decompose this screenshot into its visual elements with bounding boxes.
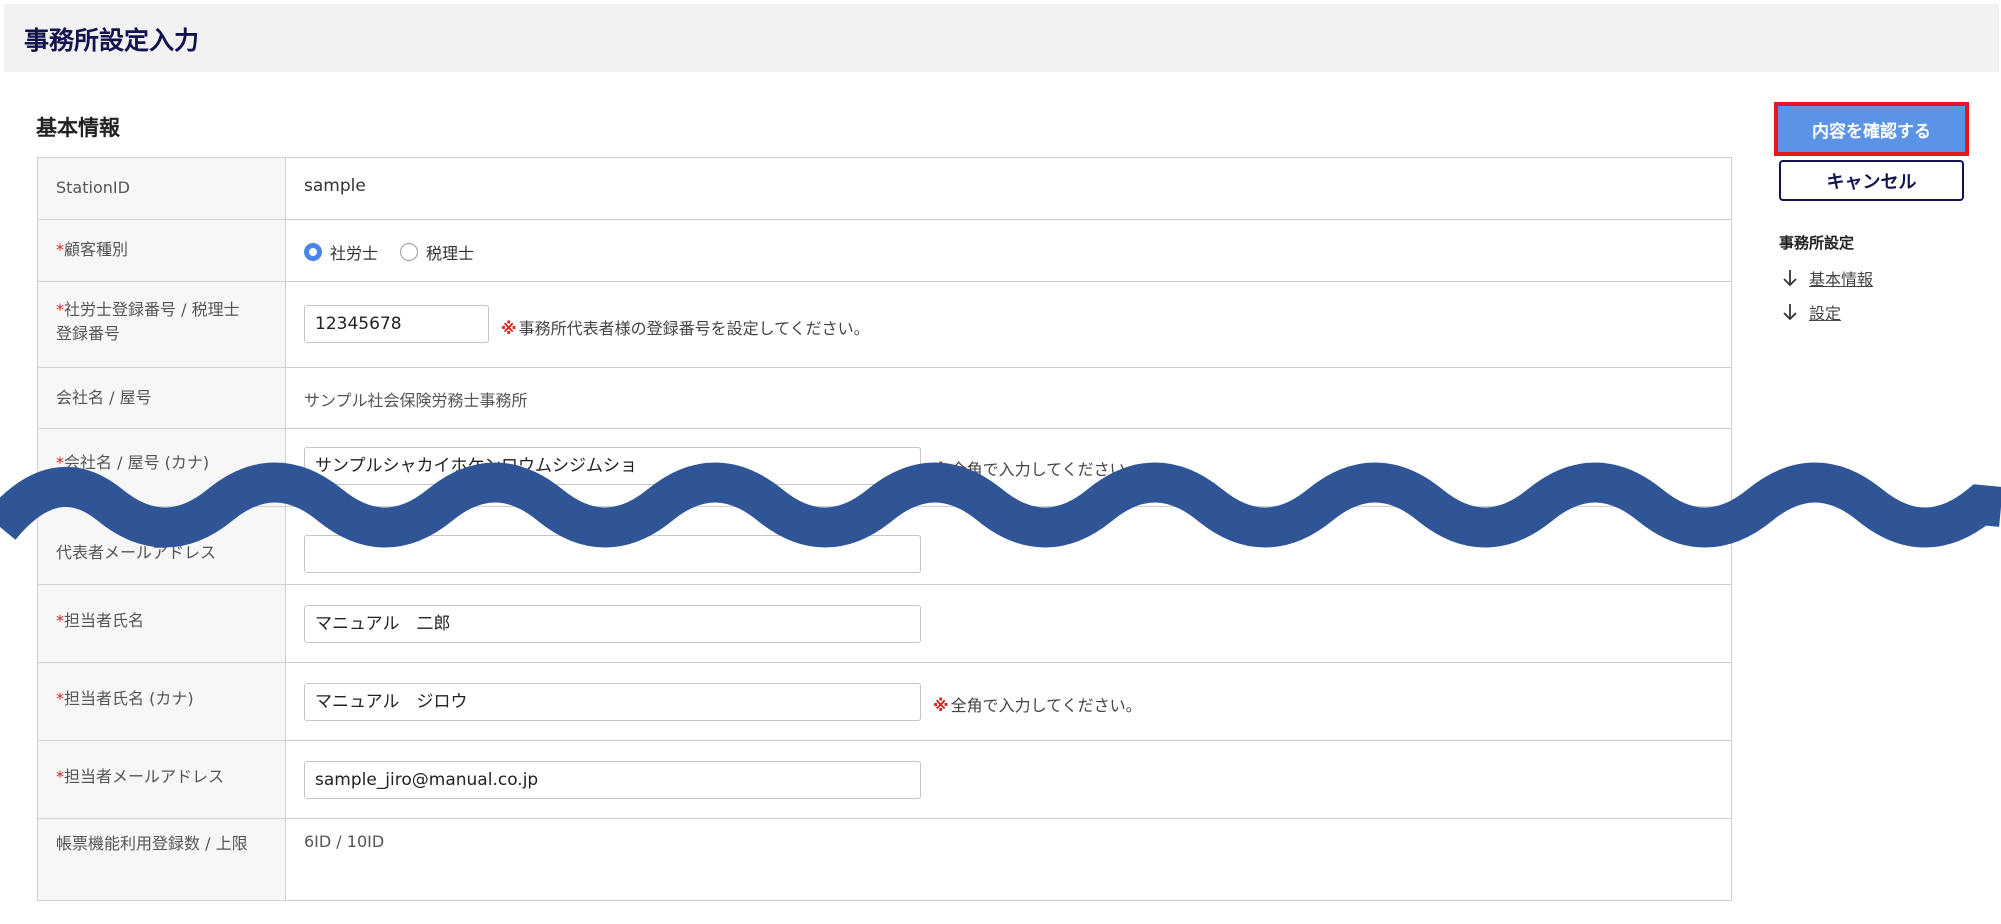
contact-name-kana-label-text: 担当者氏名 (カナ) (64, 689, 194, 708)
registration-number-note: ※ 事務所代表者様の登録番号を設定してください。 (501, 315, 870, 339)
side-link-basic-info-label[interactable]: 基本情報 (1809, 266, 1873, 290)
confirm-button[interactable]: 内容を確認する (1774, 102, 1969, 156)
contact-name-kana-note-text: 全角で入力してください。 (950, 696, 1142, 715)
side-link-settings[interactable]: 設定 (1781, 300, 1841, 324)
required-mark: * (56, 240, 64, 259)
note-mark: ※ (933, 696, 949, 715)
company-name-value: サンプル社会保険労務士事務所 (304, 391, 528, 410)
label-cell: 代表者メールアドレス (38, 507, 286, 585)
label-cell: *社労士登録番号 / 税理士 登録番号 (38, 282, 286, 368)
registration-number-input[interactable]: 12345678 (304, 305, 489, 343)
value-cell: 12345678 ※ 事務所代表者様の登録番号を設定してください。 (286, 282, 1731, 368)
rep-email-label: 代表者メールアドレス (56, 543, 217, 562)
value-cell: マニュアル ジロウ ※ 全角で入力してください。 (286, 663, 1731, 741)
company-name-label: 会社名 / 屋号 (56, 388, 152, 407)
row-form-usage: 帳票機能利用登録数 / 上限 6ID / 10ID (38, 818, 1731, 900)
contact-name-input[interactable]: マニュアル 二郎 (304, 605, 921, 643)
row-company-name: 会社名 / 屋号 サンプル社会保険労務士事務所 (38, 367, 1731, 429)
contact-email-label-text: 担当者メールアドレス (64, 767, 225, 786)
row-rep-email: 代表者メールアドレス (38, 506, 1731, 585)
value-cell: サンプル社会保険労務士事務所 (286, 368, 1731, 429)
section-title-basic-info: 基本情報 (36, 116, 120, 140)
value-cell: マニュアル 二郎 (286, 585, 1731, 663)
row-registration-number: *社労士登録番号 / 税理士 登録番号 12345678 ※ 事務所代表者様の登録… (38, 281, 1731, 368)
page-title: 事務所設定入力 (24, 26, 200, 55)
side-nav-title: 事務所設定 (1779, 234, 1855, 252)
radio-sharoushi[interactable] (304, 243, 322, 261)
company-name-kana-note-text: 全角で入力してください。 (950, 460, 1142, 479)
label-cell: 会社名 / 屋号 (38, 368, 286, 429)
label-cell: *会社名 / 屋号 (カナ) (38, 429, 286, 507)
basic-info-table: StationID sample *顧客種別 社労士 税理士 *社労士登録番号 … (37, 157, 1732, 901)
row-station-id: StationID sample (38, 158, 1731, 219)
required-mark: * (56, 689, 64, 708)
required-mark: * (56, 611, 64, 630)
cancel-button[interactable]: キャンセル (1779, 160, 1964, 201)
company-name-kana-label: *会社名 / 屋号 (カナ) (56, 451, 275, 475)
label-cell: *担当者メールアドレス (38, 741, 286, 819)
contact-email-input[interactable]: sample_jiro@manual.co.jp (304, 761, 921, 799)
value-cell: 社労士 税理士 (286, 220, 1731, 282)
registration-number-note-text: 事務所代表者様の登録番号を設定してください。 (518, 319, 870, 338)
label-cell: *担当者氏名 (38, 585, 286, 663)
page-header: 事務所設定入力 (4, 4, 1999, 72)
label-cell: 帳票機能利用登録数 / 上限 (38, 819, 286, 900)
arrow-down-icon (1783, 270, 1797, 287)
contact-name-label: *担当者氏名 (56, 609, 275, 633)
value-cell: 6ID / 10ID (286, 819, 1731, 900)
value-cell: sample_jiro@manual.co.jp (286, 741, 1731, 819)
side-link-settings-label[interactable]: 設定 (1809, 300, 1841, 324)
required-mark: * (56, 453, 64, 472)
registration-number-label: *社労士登録番号 / 税理士 登録番号 (56, 298, 275, 346)
row-contact-name: *担当者氏名 マニュアル 二郎 (38, 584, 1731, 663)
note-mark: ※ (501, 319, 517, 338)
row-contact-name-kana: *担当者氏名 (カナ) マニュアル ジロウ ※ 全角で入力してください。 (38, 662, 1731, 741)
value-cell: sample (286, 158, 1731, 219)
company-name-kana-note: ※ 全角で入力してください。 (933, 456, 1142, 480)
row-contact-email: *担当者メールアドレス sample_jiro@manual.co.jp (38, 740, 1731, 819)
value-cell: サンプルシャカイホケンロウムシジムショ ※ 全角で入力してください。 (286, 429, 1731, 507)
row-customer-type: *顧客種別 社労士 税理士 (38, 219, 1731, 282)
company-name-kana-input[interactable]: サンプルシャカイホケンロウムシジムショ (304, 447, 921, 485)
required-mark: * (56, 767, 64, 786)
required-mark: * (56, 300, 64, 319)
note-mark: ※ (933, 460, 949, 479)
station-id-label: StationID (56, 178, 130, 197)
form-usage-label: 帳票機能利用登録数 / 上限 (56, 834, 248, 853)
label-cell: *担当者氏名 (カナ) (38, 663, 286, 741)
form-usage-value: 6ID / 10ID (304, 832, 385, 851)
customer-type-label-text: 顧客種別 (64, 240, 129, 259)
contact-name-kana-label: *担当者氏名 (カナ) (56, 687, 275, 711)
arrow-down-icon (1783, 304, 1797, 321)
rep-email-input[interactable] (304, 535, 921, 573)
side-link-basic-info[interactable]: 基本情報 (1781, 266, 1873, 290)
registration-number-label-line1: 社労士登録番号 / 税理士 (64, 300, 240, 319)
contact-name-kana-input[interactable]: マニュアル ジロウ (304, 683, 921, 721)
customer-type-label: *顧客種別 (56, 238, 275, 262)
page: 事務所設定入力 基本情報 StationID sample *顧客種別 社労士 (0, 0, 2001, 924)
contact-name-label-text: 担当者氏名 (64, 611, 145, 630)
radio-zeirishi[interactable] (400, 243, 419, 261)
customer-type-radio-group: 社労士 税理士 (304, 240, 496, 264)
label-cell: *顧客種別 (38, 220, 286, 282)
company-name-kana-label-text: 会社名 / 屋号 (カナ) (64, 453, 210, 472)
value-cell (286, 507, 1731, 585)
radio-label-zeirishi[interactable]: 税理士 (426, 240, 474, 264)
contact-name-kana-note: ※ 全角で入力してください。 (933, 692, 1142, 716)
row-company-name-kana: *会社名 / 屋号 (カナ) サンプルシャカイホケンロウムシジムショ ※ 全角で入… (38, 428, 1731, 507)
registration-number-label-line2: 登録番号 (56, 324, 121, 343)
contact-email-label: *担当者メールアドレス (56, 765, 275, 789)
radio-label-sharoushi[interactable]: 社労士 (330, 240, 378, 264)
station-id-value: sample (304, 176, 366, 196)
label-cell: StationID (38, 158, 286, 219)
